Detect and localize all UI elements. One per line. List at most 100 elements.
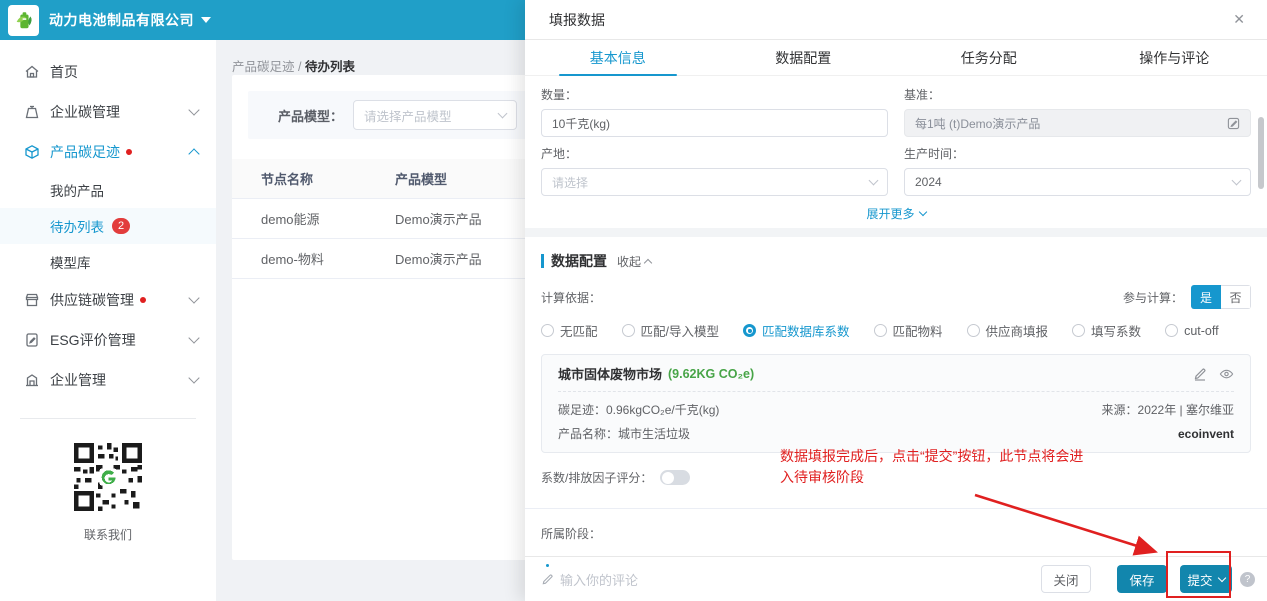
- matched-factor-card: 城市固体废物市场 (9.62KG CO₂e) 碳足迹：0.96kgCO₂e/千克…: [541, 354, 1251, 453]
- section-separator: [525, 228, 1267, 237]
- company-name[interactable]: 动力电池制品有限公司: [49, 10, 194, 30]
- sidebar-item-esg-management[interactable]: ESG评价管理: [0, 320, 216, 360]
- submit-button[interactable]: 提交: [1180, 565, 1232, 593]
- sidebar-item-my-products[interactable]: 我的产品: [0, 172, 216, 208]
- sidebar-item-label: ESG评价管理: [50, 330, 136, 350]
- breadcrumb-current: 待办列表: [305, 60, 355, 74]
- home-icon: [24, 64, 40, 80]
- radio-match-material[interactable]: 匹配物料: [874, 321, 943, 340]
- calc-basis-label: 计算依据：: [541, 289, 601, 306]
- battery-leaf-icon: [13, 9, 35, 31]
- breadcrumb-section[interactable]: 产品碳足迹: [232, 60, 295, 74]
- radio-supplier-fill[interactable]: 供应商填报: [967, 321, 1049, 340]
- chevron-down-icon: [188, 332, 199, 343]
- shop-icon: [24, 292, 40, 308]
- edit-square-icon[interactable]: [1227, 117, 1240, 130]
- edit-pencil-icon[interactable]: [1193, 367, 1207, 381]
- radio-no-match[interactable]: 无匹配: [541, 321, 598, 340]
- building-icon: [24, 372, 40, 388]
- help-float-icon[interactable]: ?: [1240, 572, 1255, 587]
- factor-emission-value: (9.62KG CO₂e): [668, 367, 754, 381]
- tab-basic-info[interactable]: 基本信息: [525, 40, 711, 75]
- chevron-up-icon: [188, 148, 199, 159]
- drawer-body: 数量： 10千克(kg) 基准： 每1吨 (t)Demo演示产品 产地： 请选择…: [525, 76, 1267, 575]
- participate-label: 参与计算：: [1123, 289, 1183, 306]
- sidebar-item-home[interactable]: 首页: [0, 52, 216, 92]
- expand-more-link[interactable]: 展开更多: [541, 204, 1251, 222]
- drawer-footer: 输入你的评论 关闭 保存 提交 ?: [525, 556, 1267, 601]
- participate-toggle: 是 否: [1191, 285, 1251, 309]
- sidebar-item-enterprise-carbon[interactable]: 企业碳管理: [0, 92, 216, 132]
- factor-database-name: ecoinvent: [1178, 427, 1234, 441]
- company-logo: [8, 5, 39, 36]
- cell-node-name: demo-物料: [232, 249, 395, 268]
- factor-title: 城市固体废物市场: [558, 364, 662, 383]
- comment-input[interactable]: 输入你的评论: [541, 570, 638, 589]
- sidebar: 首页 企业碳管理 产品碳足迹 我的产品 待办列表 2 模型库: [0, 40, 216, 601]
- origin-label: 产地：: [541, 145, 888, 162]
- participate-no-button[interactable]: 否: [1221, 285, 1251, 309]
- select-placeholder: 请选择: [552, 174, 870, 191]
- factor-score-toggle[interactable]: [660, 470, 690, 485]
- sidebar-item-label: 我的产品: [50, 180, 104, 200]
- quantity-input[interactable]: 10千克(kg): [541, 109, 888, 137]
- origin-select[interactable]: 请选择: [541, 168, 888, 196]
- radio-match-database-factor[interactable]: 匹配数据库系数: [743, 321, 850, 340]
- chevron-up-icon: [644, 258, 652, 266]
- sidebar-item-model-library[interactable]: 模型库: [0, 244, 216, 280]
- chevron-down-icon: [1217, 573, 1225, 581]
- chevron-down-icon: [869, 176, 879, 186]
- cube-icon: [24, 144, 40, 160]
- drawer-title: 填报数据: [549, 10, 605, 30]
- sidebar-item-label: 模型库: [50, 252, 91, 272]
- column-header-node-name: 节点名称: [232, 169, 395, 188]
- drawer-header: 填报数据 ✕: [525, 0, 1267, 40]
- match-mode-radio-group: 无匹配 匹配/导入模型 匹配数据库系数 匹配物料 供应商填报 填写系数 cut-…: [541, 321, 1251, 340]
- company-caret-down-icon[interactable]: [201, 17, 211, 23]
- product-model-select[interactable]: 请选择产品模型: [353, 100, 517, 130]
- quantity-label: 数量：: [541, 86, 888, 103]
- sidebar-item-label: 企业管理: [50, 370, 106, 390]
- radio-match-import-model[interactable]: 匹配/导入模型: [622, 321, 719, 340]
- factor-product-name: 产品名称：城市生活垃圾: [558, 425, 690, 442]
- section-accent-bar: [541, 254, 544, 268]
- close-button[interactable]: 关闭: [1041, 565, 1091, 593]
- save-button[interactable]: 保存: [1117, 565, 1167, 593]
- view-eye-icon[interactable]: [1219, 367, 1234, 381]
- contact-us-label: 联系我们: [0, 526, 216, 543]
- sidebar-item-label: 产品碳足迹: [50, 142, 120, 162]
- chevron-down-icon: [918, 207, 926, 215]
- tab-operations-comments[interactable]: 操作与评论: [1082, 40, 1267, 75]
- baseline-label: 基准：: [904, 86, 1251, 103]
- tab-data-config[interactable]: 数据配置: [711, 40, 897, 75]
- chevron-down-icon: [188, 292, 199, 303]
- comment-placeholder: 输入你的评论: [560, 570, 638, 589]
- sidebar-item-todo-list[interactable]: 待办列表 2: [0, 208, 216, 244]
- contact-qr-code: [72, 441, 144, 513]
- baseline-field: 每1吨 (t)Demo演示产品: [904, 109, 1251, 137]
- factor-score-label: 系数/排放因子评分：: [541, 469, 652, 486]
- chevron-down-icon: [188, 372, 199, 383]
- pencil-icon: [541, 573, 554, 586]
- drawer-tabs: 基本信息 数据配置 任务分配 操作与评论: [525, 40, 1267, 76]
- participate-yes-button[interactable]: 是: [1191, 285, 1221, 309]
- drawer-scrollbar[interactable]: [1258, 117, 1264, 189]
- sidebar-item-label: 供应链碳管理: [50, 290, 134, 310]
- radio-fill-factor[interactable]: 填写系数: [1072, 321, 1141, 340]
- chevron-down-icon: [188, 104, 199, 115]
- notification-dot: [140, 297, 146, 303]
- collapse-link[interactable]: 收起: [617, 253, 651, 270]
- production-time-select[interactable]: 2024: [904, 168, 1251, 196]
- sidebar-item-product-footprint[interactable]: 产品碳足迹: [0, 132, 216, 172]
- select-placeholder: 请选择产品模型: [364, 106, 499, 125]
- factor-source: 来源：2022年 | 塞尔维亚: [1102, 401, 1234, 418]
- cell-node-name: demo能源: [232, 209, 395, 228]
- sidebar-item-supply-chain-carbon[interactable]: 供应链碳管理: [0, 280, 216, 320]
- tab-task-assignment[interactable]: 任务分配: [896, 40, 1082, 75]
- breadcrumb-separator: /: [298, 60, 305, 74]
- sidebar-item-enterprise-management[interactable]: 企业管理: [0, 360, 216, 400]
- close-icon[interactable]: ✕: [1233, 11, 1245, 28]
- radio-cut-off[interactable]: cut-off: [1165, 324, 1219, 338]
- sidebar-item-label: 待办列表: [50, 216, 104, 236]
- chevron-down-icon: [498, 109, 508, 119]
